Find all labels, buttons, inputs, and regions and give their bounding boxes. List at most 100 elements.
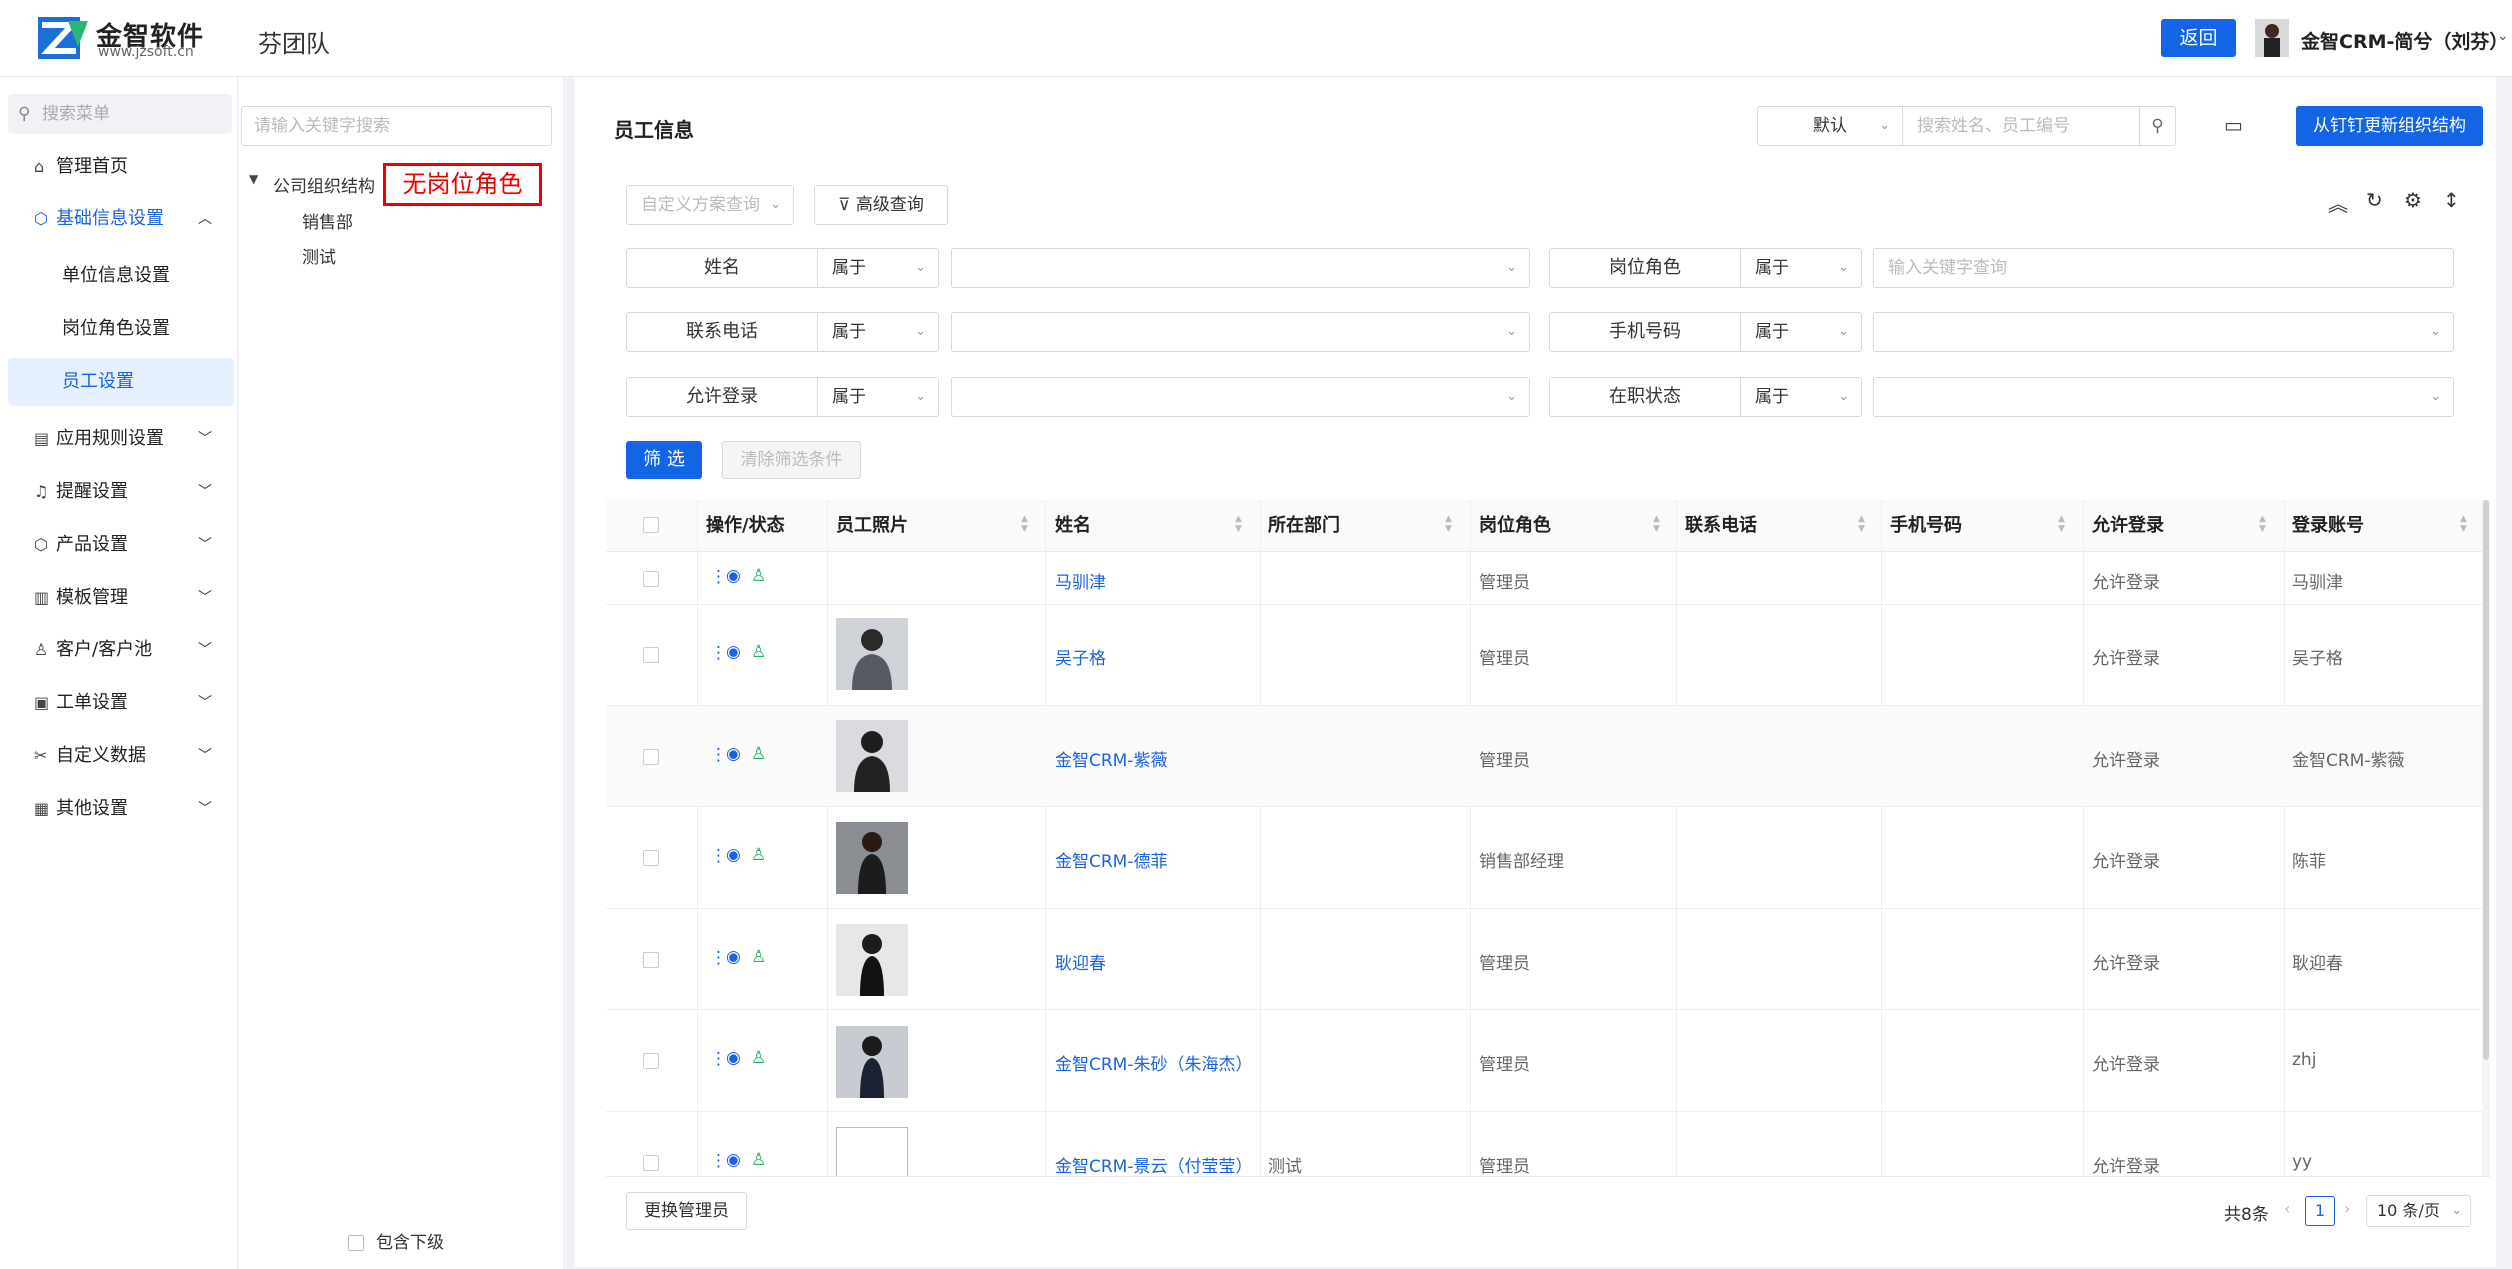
toggle-icon[interactable]: ◉ (726, 642, 741, 662)
filter-value-status[interactable]: ⌄ (1873, 377, 2454, 417)
monitor-icon[interactable]: ▭ (2224, 113, 2243, 137)
filter-value-login[interactable]: ⌄ (951, 377, 1530, 417)
sidebar-item-template[interactable]: ▥ 模板管理 ﹀ (0, 574, 238, 622)
filter-op-phone[interactable]: 属于 ⌄ (818, 312, 939, 352)
sidebar-item-product[interactable]: ⬡ 产品设置 ﹀ (0, 521, 238, 569)
sort-icon[interactable]: ▲ ▼ (2259, 514, 2266, 534)
page-number[interactable]: 1 (2305, 1196, 2335, 1226)
toggle-icon[interactable]: ◉ (726, 947, 741, 967)
tree-node-test[interactable]: 测试 (302, 243, 336, 268)
chevron-down-icon[interactable]: ⌄ (2497, 28, 2509, 44)
employee-name[interactable]: 金智CRM-德菲 (1055, 847, 1167, 872)
sidebar-item-home[interactable]: ⌂ 管理首页 (0, 143, 238, 191)
scrollbar-thumb[interactable] (2483, 500, 2489, 1060)
more-icon[interactable]: ⋮ (710, 846, 727, 866)
filter-value-role[interactable]: 输入关键字查询 (1873, 248, 2454, 288)
sort-icon[interactable]: ▲ ▼ (1653, 514, 1660, 534)
filter-op-role[interactable]: 属于 ⌄ (1741, 248, 1862, 288)
sort-icon[interactable]: ▲ ▼ (1858, 514, 1865, 534)
row-checkbox[interactable] (643, 850, 659, 866)
person-icon[interactable]: ♙ (751, 845, 766, 865)
filter-op-status[interactable]: 属于 ⌄ (1741, 377, 1862, 417)
avatar[interactable] (2255, 19, 2289, 57)
employee-name[interactable]: 金智CRM-朱砂（朱海杰） (1055, 1050, 1252, 1075)
tree-root[interactable]: 公司组织结构 (273, 172, 375, 197)
sidebar-item-custom-data[interactable]: ✂ 自定义数据 ﹀ (0, 732, 238, 780)
col-dept[interactable]: 所在部门 (1268, 500, 1340, 552)
person-icon[interactable]: ♙ (751, 1150, 766, 1170)
height-icon[interactable]: ↕ (2443, 188, 2460, 212)
filter-value-name[interactable]: ⌄ (951, 248, 1530, 288)
prev-page-icon[interactable]: ‹ (2284, 1199, 2290, 1218)
employee-name[interactable]: 吴子格 (1055, 644, 1106, 669)
settings-icon[interactable]: ⚙ (2404, 188, 2422, 212)
filter-op-login[interactable]: 属于 ⌄ (818, 377, 939, 417)
more-icon[interactable]: ⋮ (710, 948, 727, 968)
col-role[interactable]: 岗位角色 (1479, 500, 1551, 552)
sidebar-item-app-rules[interactable]: ▤ 应用规则设置 ﹀ (0, 415, 238, 463)
employee-search-input[interactable]: 搜索姓名、员工编号 (1902, 106, 2140, 146)
sort-icon[interactable]: ▲ ▼ (2058, 514, 2065, 534)
toggle-icon[interactable]: ◉ (726, 744, 741, 764)
row-checkbox[interactable] (643, 952, 659, 968)
sidebar-sub-employee[interactable]: 员工设置 (8, 358, 234, 406)
col-photo[interactable]: 员工照片 (836, 500, 908, 552)
refresh-icon[interactable]: ↻ (2366, 188, 2383, 212)
advanced-query-button[interactable]: ⊽ 高级查询 (814, 185, 948, 225)
person-icon[interactable]: ♙ (751, 1048, 766, 1068)
person-icon[interactable]: ♙ (751, 744, 766, 764)
row-checkbox[interactable] (643, 571, 659, 587)
row-checkbox[interactable] (643, 647, 659, 663)
view-select[interactable]: 默认 ⌄ (1757, 106, 1903, 146)
custom-scheme-select[interactable]: 自定义方案查询 ⌄ (626, 185, 794, 225)
change-admin-button[interactable]: 更换管理员 (626, 1192, 747, 1230)
sidebar-sub-unit-info[interactable]: 单位信息设置 (8, 252, 234, 300)
filter-value-mobile[interactable]: ⌄ (1873, 312, 2454, 352)
sidebar-item-other[interactable]: ▦ 其他设置 ﹀ (0, 785, 238, 833)
filter-button[interactable]: 筛 选 (626, 441, 702, 479)
sort-icon[interactable]: ▲ ▼ (2460, 514, 2467, 534)
sidebar-item-reminder[interactable]: ♫ 提醒设置 ﹀ (0, 468, 238, 516)
col-account[interactable]: 登录账号 (2292, 500, 2364, 552)
search-icon[interactable]: ⚲ (2139, 106, 2176, 146)
collapse-up-icon[interactable]: ︽ (2328, 188, 2348, 217)
col-phone[interactable]: 联系电话 (1685, 500, 1757, 552)
next-page-icon[interactable]: › (2344, 1199, 2350, 1218)
filter-op-name[interactable]: 属于 ⌄ (818, 248, 939, 288)
table-row[interactable] (606, 552, 2483, 605)
tree-search-input[interactable]: 请输入关键字搜索 (241, 106, 552, 146)
row-checkbox[interactable] (643, 1053, 659, 1069)
sort-icon[interactable]: ▲ ▼ (1445, 514, 1452, 534)
employee-name[interactable]: 马驯津 (1055, 568, 1106, 593)
toggle-icon[interactable]: ◉ (726, 845, 741, 865)
caret-down-icon[interactable]: ▼ (249, 172, 258, 186)
include-sub-checkbox[interactable]: 包含下级 (348, 1228, 444, 1253)
clear-filter-button[interactable]: 清除筛选条件 (722, 441, 861, 479)
employee-name[interactable]: 金智CRM-紫薇 (1055, 746, 1167, 771)
more-icon[interactable]: ⋮ (710, 567, 727, 587)
sort-icon[interactable]: ▲ ▼ (1235, 514, 1242, 534)
back-button[interactable]: 返回 (2161, 19, 2236, 57)
filter-op-mobile[interactable]: 属于 ⌄ (1741, 312, 1862, 352)
sidebar-sub-role[interactable]: 岗位角色设置 (8, 305, 234, 353)
more-icon[interactable]: ⋮ (710, 1049, 727, 1069)
user-name[interactable]: 金智CRM-简兮（刘芬） (2301, 27, 2508, 54)
page-size-select[interactable]: 10 条/页 ⌄ (2366, 1195, 2471, 1227)
person-icon[interactable]: ♙ (751, 947, 766, 967)
filter-value-phone[interactable]: ⌄ (951, 312, 1530, 352)
employee-name[interactable]: 耿迎春 (1055, 949, 1106, 974)
sidebar-item-basic-info[interactable]: ⬡ 基础信息设置 ︿ (0, 195, 238, 243)
toggle-icon[interactable]: ◉ (726, 1048, 741, 1068)
row-checkbox[interactable] (643, 1155, 659, 1171)
person-icon[interactable]: ♙ (751, 642, 766, 662)
person-icon[interactable]: ♙ (751, 566, 766, 586)
sort-icon[interactable]: ▲ ▼ (1021, 514, 1028, 534)
toggle-icon[interactable]: ◉ (726, 566, 741, 586)
sidebar-item-workorder[interactable]: ▣ 工单设置 ﹀ (0, 679, 238, 727)
toggle-icon[interactable]: ◉ (726, 1150, 741, 1170)
sidebar-item-customer[interactable]: ♙ 客户/客户池 ﹀ (0, 626, 238, 674)
checkbox[interactable] (348, 1235, 364, 1251)
menu-search-input[interactable]: ⚲ 搜索菜单 (8, 94, 232, 134)
select-all-checkbox[interactable] (643, 517, 659, 533)
more-icon[interactable]: ⋮ (710, 1151, 727, 1171)
